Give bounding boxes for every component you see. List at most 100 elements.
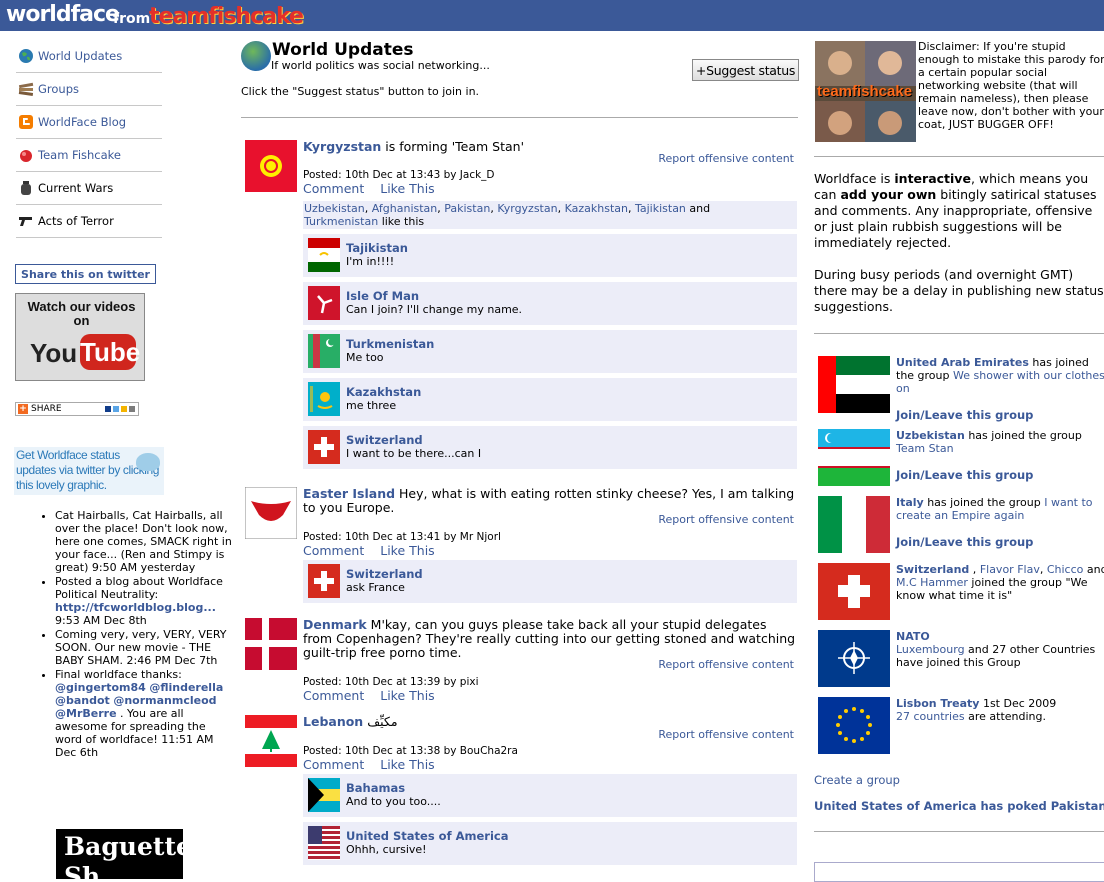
group-member[interactable]: NATO [896, 630, 930, 643]
logo-teamfishcake[interactable]: teamfishcake [149, 4, 304, 29]
nav-label: Current Wars [38, 181, 114, 195]
like-country[interactable]: Tajikistan [635, 202, 686, 215]
youtube-tube-text: Tube [80, 334, 140, 370]
poke-notice[interactable]: United States of America has poked Pakis… [814, 799, 1104, 813]
switzerland-flag-icon [818, 563, 890, 620]
report-link[interactable]: Report offensive content [658, 658, 794, 671]
tweet-list: Cat Hairballs, Cat Hairballs, all over t… [40, 509, 232, 760]
group-member[interactable]: Uzbekistan [896, 429, 965, 442]
post-actions: Comment Like This [303, 688, 797, 703]
group-member[interactable]: Chicco [1047, 563, 1084, 576]
comment-author[interactable]: Bahamas [346, 781, 405, 795]
youtube-banner[interactable]: Watch our videos on You Tube [15, 293, 145, 381]
tajikistan-flag-icon [308, 238, 340, 272]
group-member[interactable]: Flavor Flav [980, 563, 1040, 576]
nav-acts-of-terror[interactable]: Acts of Terror [16, 205, 162, 238]
report-link[interactable]: Report offensive content [658, 152, 794, 165]
divider [814, 156, 1104, 157]
tweet-handle[interactable]: @flinderella [149, 681, 223, 694]
top-bar: worldface from teamfishcake [0, 0, 1104, 31]
nav-worldface-blog[interactable]: WorldFace Blog [16, 106, 162, 139]
comment-author[interactable]: Isle Of Man [346, 289, 419, 303]
join-leave-link[interactable]: Join/Leave this group [896, 408, 1033, 422]
grenade-icon [18, 180, 34, 196]
event-name[interactable]: Lisbon Treaty [896, 697, 979, 710]
group-text: United Arab Emirates has joined the grou… [896, 356, 1104, 395]
group-member[interactable]: M.C Hammer [896, 576, 968, 589]
group-name[interactable]: Team Stan [896, 442, 954, 455]
comment-author[interactable]: Kazakhstan [346, 385, 421, 399]
page-title: World Updates [272, 40, 414, 60]
comment: Kazakhstan me three [303, 378, 797, 421]
comment-link[interactable]: Comment [303, 757, 364, 772]
comment-author[interactable]: Tajikistan [346, 241, 408, 255]
group-member[interactable]: Luxembourg [896, 643, 965, 656]
comment-author[interactable]: United States of America [346, 829, 508, 843]
like-country[interactable]: Turkmenistan [304, 215, 378, 228]
fishcake-icon [18, 147, 34, 163]
tweet-handle[interactable]: @gingertom84 [55, 681, 146, 694]
comment-author[interactable]: Turkmenistan [346, 337, 434, 351]
comment-text: I want to be there...can I [346, 447, 482, 460]
nav-label: Team Fishcake [38, 148, 121, 162]
comment-text: me three [346, 399, 397, 412]
join-leave-link[interactable]: Join/Leave this group [896, 535, 1033, 549]
teamfishcake-photo[interactable]: teamfishcake [815, 41, 916, 142]
comment-text: Me too [346, 351, 384, 364]
tweet-link[interactable]: http://tfcworldblog.blog... [55, 601, 216, 614]
report-link[interactable]: Report offensive content [658, 728, 794, 741]
plus-icon: + [18, 404, 28, 414]
suggest-status-button[interactable]: +Suggest status [692, 59, 799, 81]
comment-author[interactable]: Switzerland [346, 433, 423, 447]
post-text: Easter Island Hey, what is with eating r… [303, 486, 795, 515]
like-country[interactable]: Kyrgyzstan [497, 202, 557, 215]
post-author[interactable]: Denmark [303, 617, 367, 632]
group-activity: NATO Luxembourg and 27 other Countries ha… [818, 630, 1104, 687]
nav-world-updates[interactable]: World Updates [16, 40, 162, 73]
like-link[interactable]: Like This [380, 181, 434, 196]
group-text: Uzbekistan has joined the group Team Sta… [896, 429, 1082, 455]
logo-worldface[interactable]: worldface [6, 2, 120, 27]
youtube-you-text: You [30, 338, 78, 368]
post-meta: Posted: 10th Dec at 13:39 by pixi [303, 676, 479, 688]
comment: United States of America Ohhh, cursive! [303, 822, 797, 865]
sidebar-nav: World Updates Groups WorldFace Blog Team… [16, 40, 162, 238]
share-on-twitter-button[interactable]: Share this on twitter [15, 264, 156, 284]
twitter-promo-text: Get Worldface status updates via twitter… [16, 448, 160, 492]
comment-link[interactable]: Comment [303, 688, 364, 703]
twitter-promo-graphic[interactable]: Get Worldface status updates via twitter… [14, 447, 164, 495]
join-leave-link[interactable]: Join/Leave this group [896, 468, 1033, 482]
kyrgyzstan-flag-icon [245, 140, 297, 192]
post-author[interactable]: Kyrgyzstan [303, 139, 381, 154]
nav-groups[interactable]: Groups [16, 73, 162, 106]
divider [814, 333, 1104, 334]
tweet-handle[interactable]: @normanmcleod [113, 694, 216, 707]
tweet-handle[interactable]: @MrBerre [55, 707, 117, 720]
tweet-handle[interactable]: @bandot [55, 694, 110, 707]
comment-text: Can I join? I'll change my name. [346, 303, 523, 316]
post-author[interactable]: Lebanon [303, 714, 363, 729]
nav-team-fishcake[interactable]: Team Fishcake [16, 139, 162, 172]
comment-author[interactable]: Switzerland [346, 567, 423, 581]
uzbekistan-flag-icon [818, 429, 890, 486]
comment-link[interactable]: Comment [303, 543, 364, 558]
comment-link[interactable]: Comment [303, 181, 364, 196]
nav-current-wars[interactable]: Current Wars [16, 172, 162, 205]
like-country[interactable]: Pakistan [444, 202, 490, 215]
like-country[interactable]: Kazakhstan [565, 202, 628, 215]
like-link[interactable]: Like This [380, 543, 434, 558]
addthis-share-button[interactable]: + SHARE [15, 402, 139, 416]
create-group-link[interactable]: Create a group [814, 773, 900, 787]
group-member[interactable]: Switzerland [896, 563, 969, 576]
status-post: Kyrgyzstan is forming 'Team Stan' Report… [245, 140, 797, 469]
post-author[interactable]: Easter Island [303, 486, 395, 501]
group-member[interactable]: United Arab Emirates [896, 356, 1029, 369]
tweet-item: Coming very, very, VERY, VERY SOON. Our … [55, 628, 232, 667]
like-link[interactable]: Like This [380, 688, 434, 703]
attendees-link[interactable]: 27 countries [896, 710, 965, 723]
like-country[interactable]: Uzbekistan [304, 202, 365, 215]
like-link[interactable]: Like This [380, 757, 434, 772]
group-member[interactable]: Italy [896, 496, 924, 509]
report-link[interactable]: Report offensive content [658, 513, 794, 526]
like-country[interactable]: Afghanistan [372, 202, 437, 215]
